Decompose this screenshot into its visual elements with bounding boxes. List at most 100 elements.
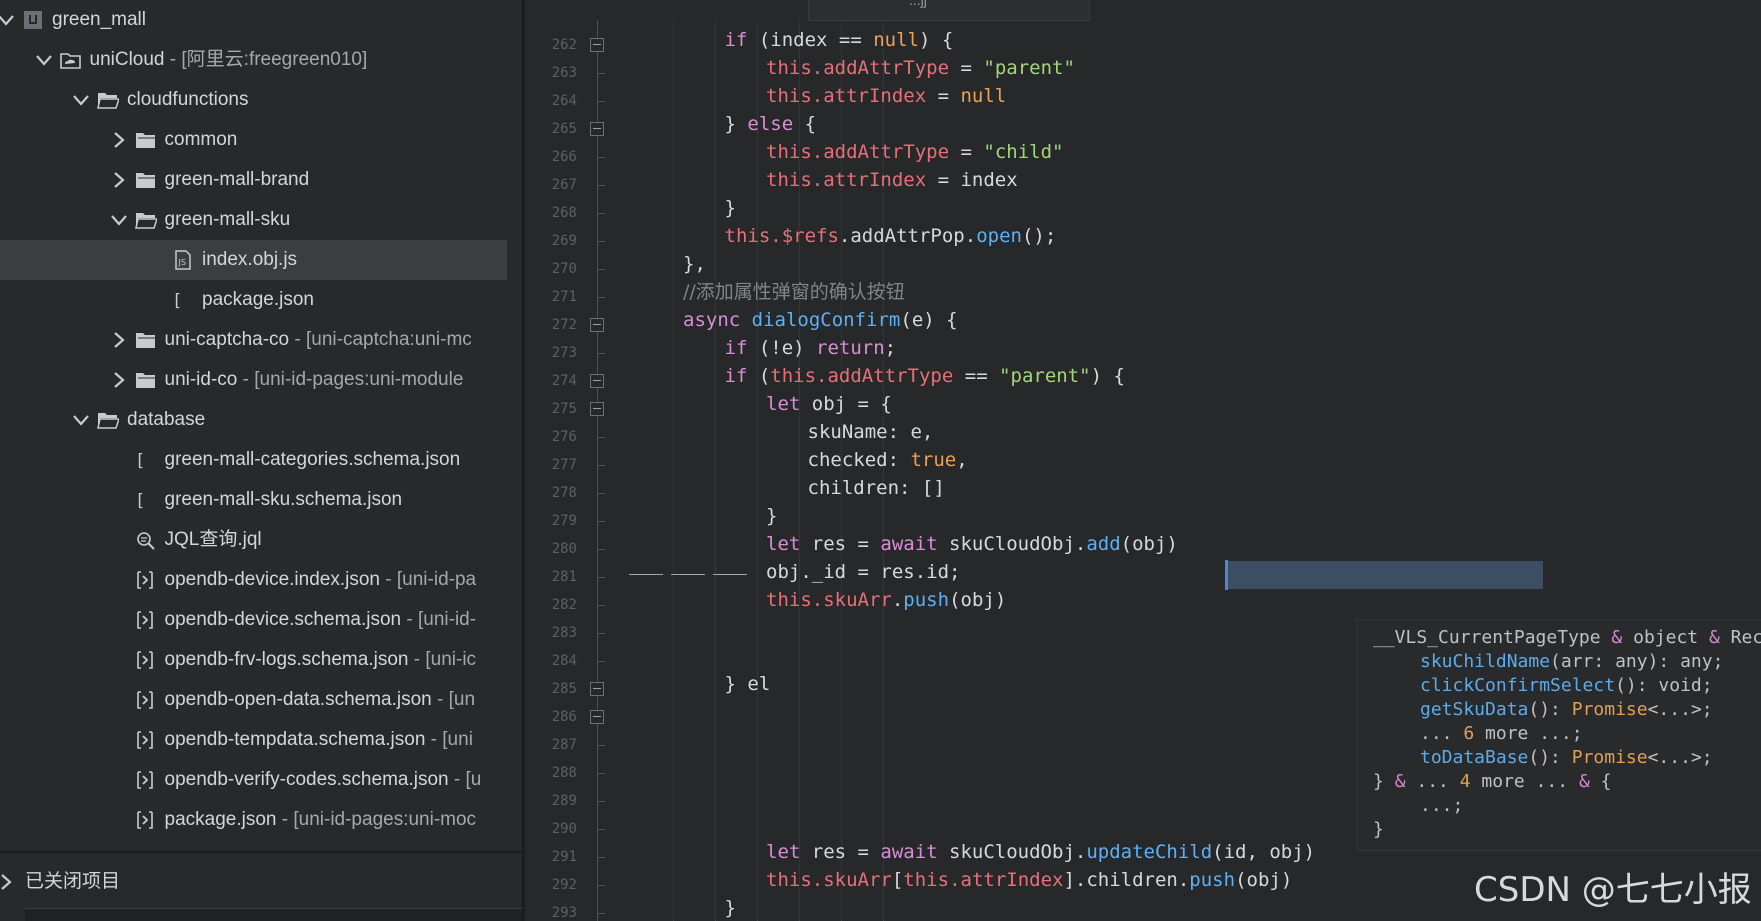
chevron-down-icon[interactable]	[0, 10, 16, 30]
tree-item[interactable]: [ ] green-mall-categories.schema.json	[0, 440, 507, 480]
tree-item[interactable]: [ ] package.json	[0, 280, 507, 320]
code-line[interactable]: if (this.addAttrType == "parent") {	[725, 362, 1125, 390]
fold-toggle-icon[interactable]	[590, 682, 604, 696]
tooltip-line: } & ... 4 more ... & {	[1373, 771, 1612, 792]
tree-item[interactable]: database	[0, 400, 507, 440]
code-line[interactable]: if (index == null) {	[725, 26, 954, 54]
tree-item[interactable]: JQL查询.jql	[0, 520, 507, 560]
tree-item[interactable]: opendb-open-data.schema.json - [un	[0, 680, 507, 720]
tree-item[interactable]: green-mall-sku	[0, 200, 507, 240]
tree-item-suffix: - [uni-ic	[408, 649, 477, 670]
tree-item[interactable]: JS index.obj.js	[0, 240, 507, 280]
fold-toggle-icon[interactable]	[590, 374, 604, 388]
fold-tick	[597, 353, 605, 354]
code-line[interactable]: } el	[725, 670, 771, 698]
code-line[interactable]: }	[725, 194, 736, 222]
json-file-icon: [ ]	[135, 491, 157, 510]
code-line[interactable]: //添加属性弹窗的确认按钮	[683, 278, 905, 306]
code-line[interactable]: async dialogConfirm(e) {	[683, 306, 958, 334]
tree-item-label: uni-captcha-co - [uni-captcha:uni-mc	[164, 329, 472, 350]
tree-item-label: opendb-device.index.json - [uni-id-pa	[164, 569, 477, 590]
line-number: 287	[551, 737, 577, 753]
code-line[interactable]: children: []	[808, 474, 945, 502]
sidebar-horizontal-scrollbar[interactable]	[25, 908, 524, 921]
folder-icon	[135, 373, 155, 388]
tree-item[interactable]: green-mall-brand	[0, 160, 507, 200]
line-number: 281	[551, 569, 577, 585]
tooltip-line: clickConfirmSelect(): void;	[1420, 675, 1713, 696]
line-number: 277	[551, 457, 577, 473]
tree-item[interactable]: package.json - [uni-id-pages:uni-moc	[0, 800, 507, 840]
closed-projects-label: 已关闭项目	[25, 871, 121, 892]
fold-toggle-icon[interactable]	[590, 710, 604, 724]
chevron-right-icon[interactable]	[109, 330, 129, 350]
tree-item[interactable]: opendb-verify-codes.schema.json - [u	[0, 760, 507, 800]
line-number: 292	[551, 877, 577, 893]
indent-guide	[715, 20, 716, 921]
line-number: 282	[551, 597, 577, 613]
chevron-right-icon[interactable]	[109, 370, 129, 390]
schema-file-icon	[136, 771, 153, 789]
code-line[interactable]: obj._id = res.id;	[766, 558, 960, 586]
tree-item[interactable]: opendb-device.schema.json - [uni-id-	[0, 600, 507, 640]
tree-item[interactable]: cloudfunctions	[0, 80, 507, 120]
code-line[interactable]: if (!e) return;	[725, 334, 897, 362]
tree-item-label: opendb-device.schema.json - [uni-id-	[164, 609, 477, 630]
tree-item[interactable]: uni-captcha-co - [uni-captcha:uni-mc	[0, 320, 507, 360]
fold-tick	[597, 269, 605, 270]
code-line[interactable]: let res = await skuCloudObj.add(obj)	[766, 530, 1178, 558]
editor-tab[interactable]: ...jj	[808, 0, 1090, 21]
tooltip-line: skuChildName(arr: any): any;	[1420, 651, 1724, 672]
code-line[interactable]: this.attrIndex = index	[766, 166, 1018, 194]
code-line[interactable]: }	[766, 502, 777, 530]
tree-item[interactable]: [ ] green-mall-sku.schema.json	[0, 480, 507, 520]
code-line[interactable]: let res = await skuCloudObj.updateChild(…	[766, 838, 1315, 866]
line-number: 291	[551, 849, 577, 865]
chevron-down-icon[interactable]	[71, 410, 91, 430]
tree-item[interactable]: opendb-tempdata.schema.json - [uni	[0, 720, 507, 760]
fold-tick	[597, 73, 605, 74]
code-line[interactable]: }	[725, 894, 736, 921]
code-line[interactable]: this.skuArr[this.attrIndex].children.pus…	[766, 866, 1292, 894]
tree-item[interactable]: uni-id-co - [uni-id-pages:uni-module	[0, 360, 507, 400]
tree-item-label: opendb-frv-logs.schema.json - [uni-ic	[164, 649, 477, 670]
fold-toggle-icon[interactable]	[590, 402, 604, 416]
chevron-down-icon[interactable]	[109, 210, 129, 230]
code-line[interactable]: this.attrIndex = null	[766, 82, 1006, 110]
fold-tick	[597, 521, 605, 522]
fold-toggle-icon[interactable]	[590, 318, 604, 332]
schema-file-icon	[136, 651, 153, 669]
tree-item[interactable]: uniCloud - [阿里云:freegreen010]	[0, 40, 507, 80]
chevron-down-icon[interactable]	[71, 90, 91, 110]
tree-item-suffix: - [uni-id-pages:uni-moc	[276, 809, 477, 830]
chevron-right-icon[interactable]	[109, 130, 129, 150]
chevron-right-icon[interactable]	[0, 872, 16, 892]
code-line[interactable]: this.skuArr.push(obj)	[766, 586, 1006, 614]
chevron-down-icon[interactable]	[34, 50, 54, 70]
whitespace-marker	[713, 574, 747, 575]
tree-item[interactable]: opendb-frv-logs.schema.json - [uni-ic	[0, 640, 507, 680]
fold-toggle-icon[interactable]	[590, 38, 604, 52]
js-file-icon: JS	[175, 250, 191, 270]
code-line[interactable]: } else {	[725, 110, 817, 138]
line-number: 280	[551, 541, 577, 557]
tree-item[interactable]: common	[0, 120, 507, 160]
closed-projects-section[interactable]: 已关闭项目	[0, 862, 524, 902]
line-number: 288	[551, 765, 577, 781]
code-line[interactable]: },	[683, 250, 706, 278]
code-line[interactable]: this.$refs.addAttrPop.open();	[725, 222, 1057, 250]
line-number: 289	[551, 793, 577, 809]
code-line[interactable]: let obj = {	[766, 390, 892, 418]
chevron-right-icon[interactable]	[109, 170, 129, 190]
code-line[interactable]: this.addAttrType = "child"	[766, 138, 1063, 166]
tree-item[interactable]: green_mall	[0, 0, 507, 40]
code-line[interactable]: this.addAttrType = "parent"	[766, 54, 1075, 82]
fold-tick	[597, 913, 605, 914]
code-line[interactable]: checked: true,	[808, 446, 968, 474]
code-editor[interactable]: ...jj 262 263 264 265 266 267 268 269 270 271 272 2…	[525, 0, 1761, 921]
tree-item-label: green-mall-brand	[164, 169, 310, 190]
fold-toggle-icon[interactable]	[590, 122, 604, 136]
tooltip-line: getSkuData(): Promise<...>;	[1420, 699, 1713, 720]
code-line[interactable]: skuName: e,	[808, 418, 934, 446]
tree-item[interactable]: opendb-device.index.json - [uni-id-pa	[0, 560, 507, 600]
